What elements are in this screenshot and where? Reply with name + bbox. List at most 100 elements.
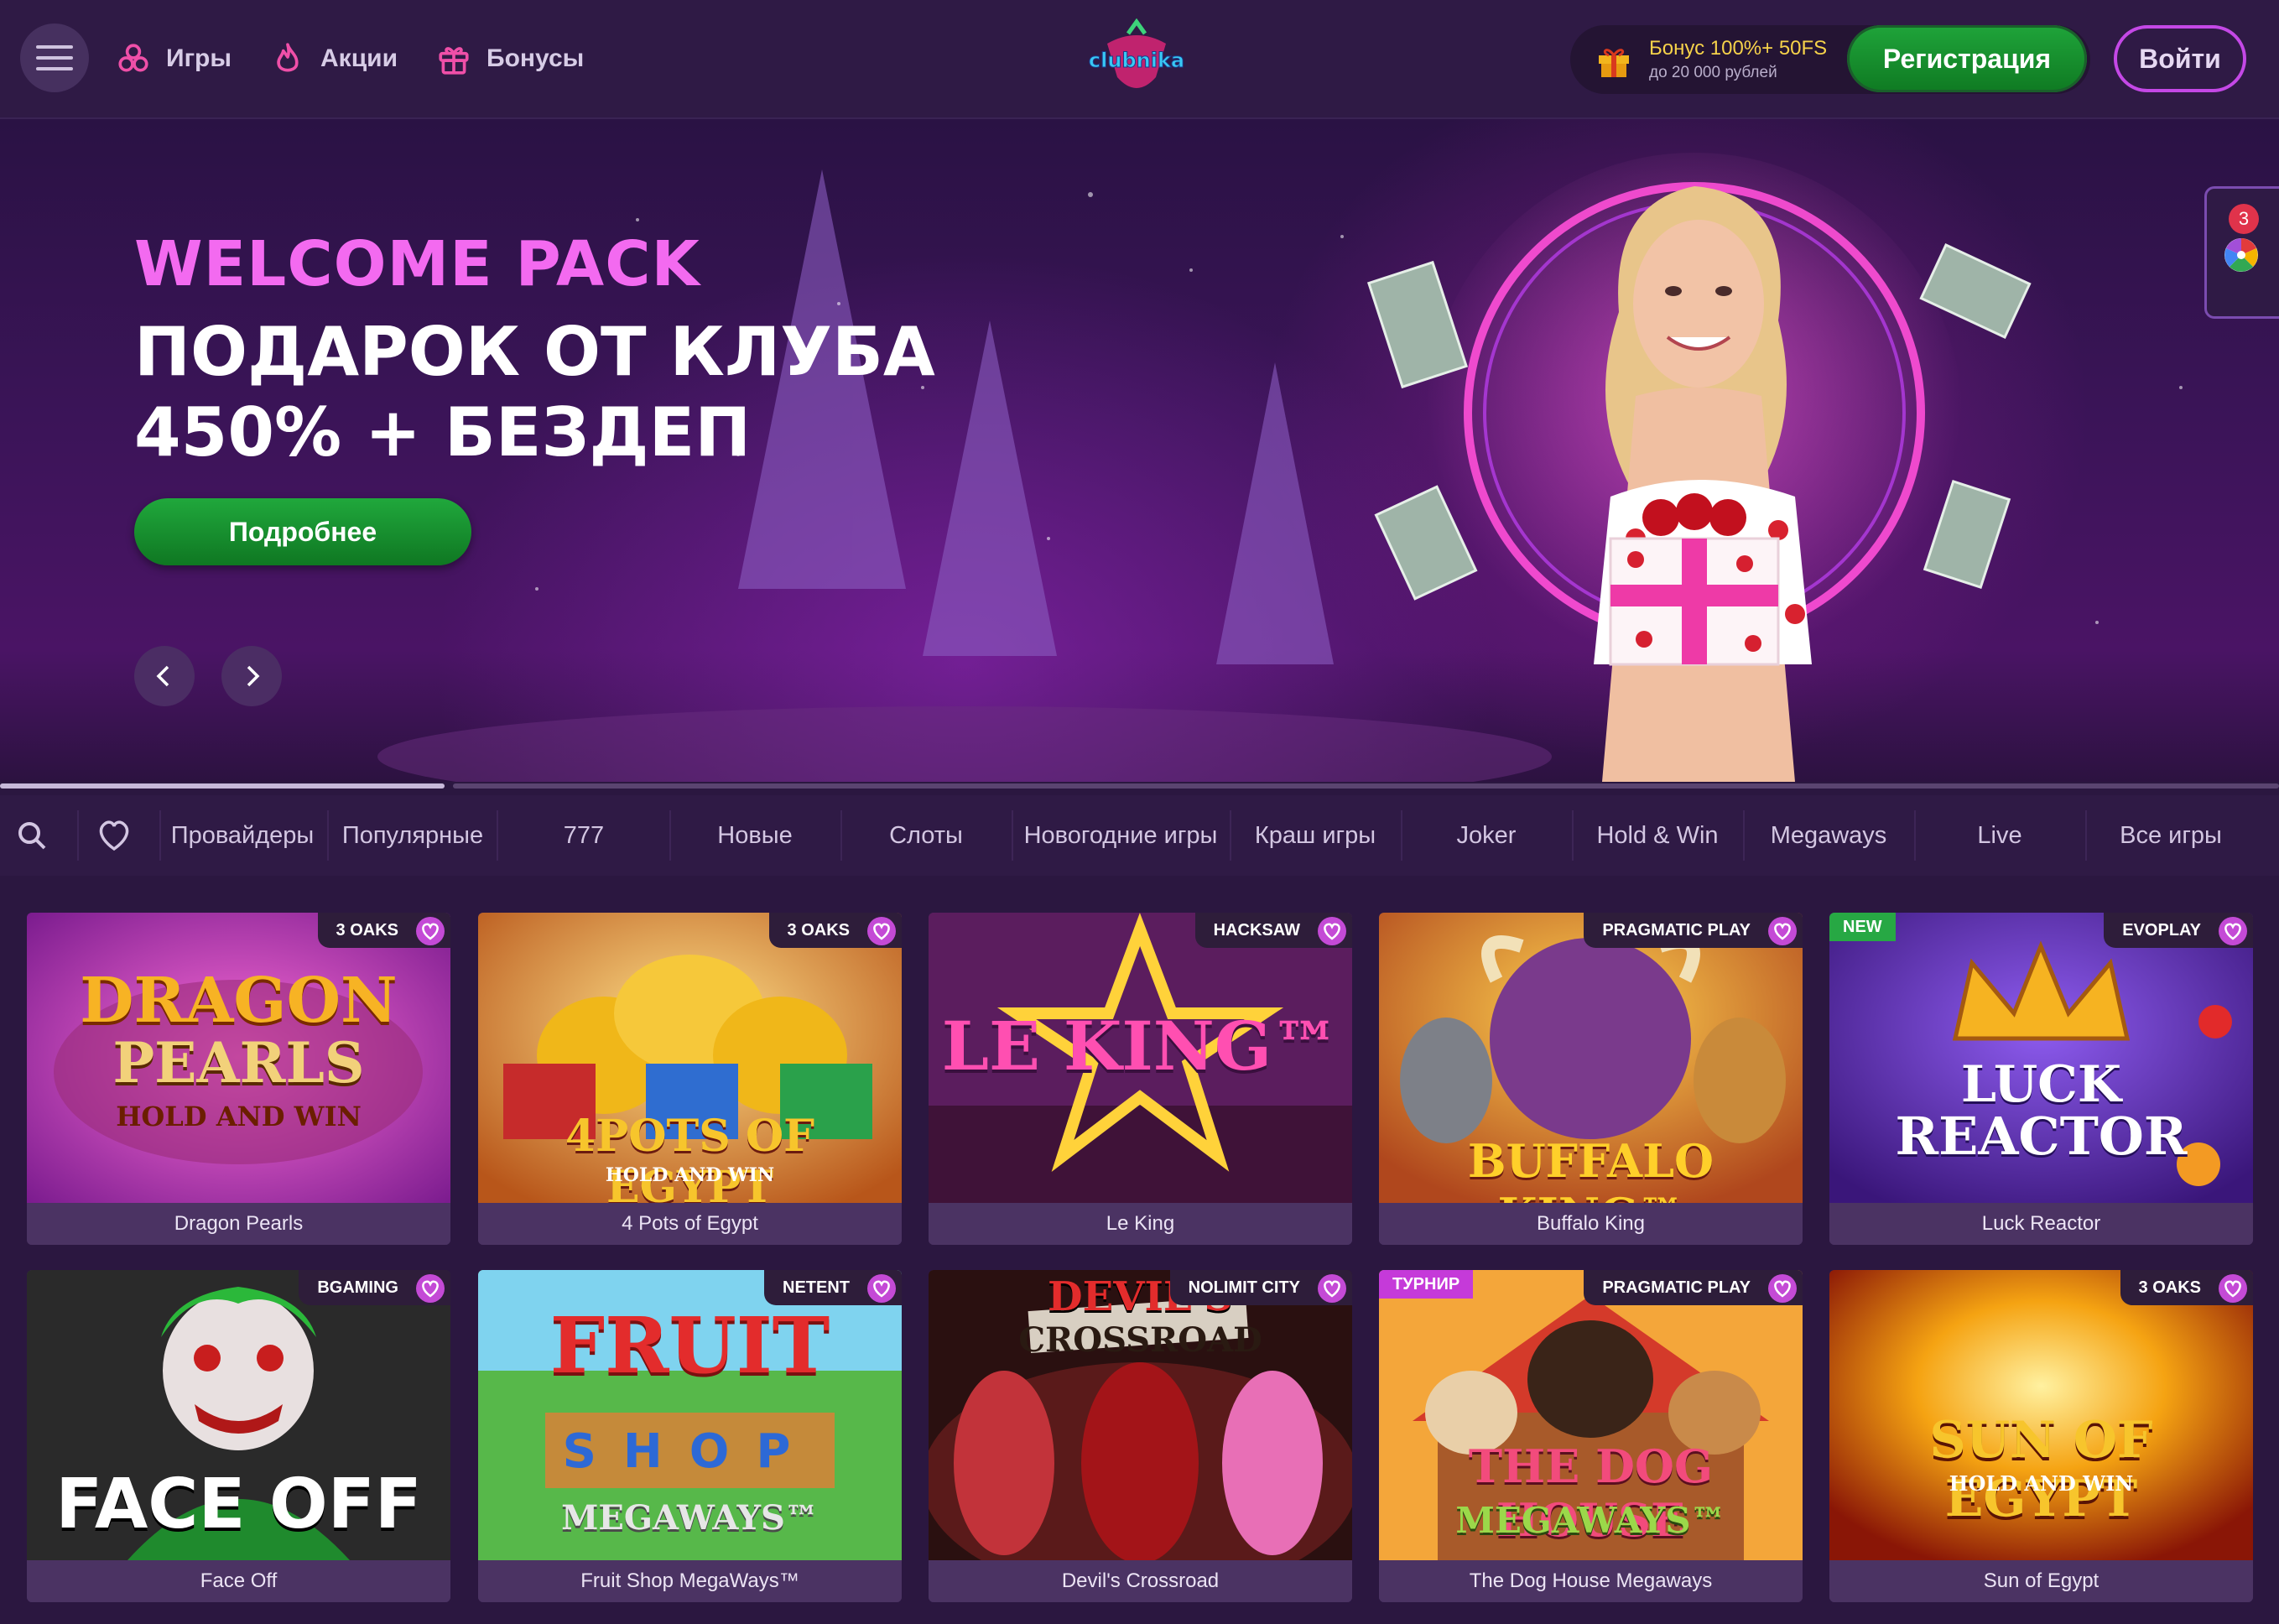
hero-subtitle-line2: 450% + БЕЗДЕП — [134, 393, 752, 471]
category-live[interactable]: Live — [1916, 795, 2084, 876]
game-title: Devil's Crossroad — [929, 1560, 1352, 1602]
game-card-le-king[interactable]: LE KING™ HACKSAW Le King — [929, 913, 1352, 1245]
nav-bonuses[interactable]: Бонусы — [436, 34, 584, 84]
bonus-title: Бонус 100%+ 50FS — [1649, 37, 1828, 60]
category-all-games[interactable]: Все игры — [2087, 795, 2255, 876]
category-slots[interactable]: Слоты — [842, 795, 1010, 876]
game-card-dog-house-megaways[interactable]: THE DOG HOUSE MEGAWAYS™ ТУРНИР PRAGMATIC… — [1379, 1270, 1803, 1602]
clubnika-logo[interactable]: clubnika — [1082, 18, 1191, 99]
game-art-subtitle: PEARLS — [112, 1030, 365, 1096]
chevron-left-icon — [156, 665, 169, 687]
category-bar: Провайдеры Популярные 777 Новые Слоты Но… — [0, 795, 2279, 876]
nav-bonuses-label: Бонусы — [486, 44, 585, 72]
game-card-face-off[interactable]: FACE OFF BGAMING Face Off — [27, 1270, 450, 1602]
search-icon — [18, 822, 46, 850]
heart-icon[interactable] — [415, 1273, 445, 1304]
game-title: Sun of Egypt — [1829, 1560, 2253, 1602]
game-title: The Dog House Megaways — [1379, 1560, 1803, 1602]
category-popular[interactable]: Популярные — [334, 795, 492, 876]
game-card-luck-reactor[interactable]: LUCK REACTOR NEW EVOPLAY Luck Reactor — [1829, 913, 2253, 1245]
category-777[interactable]: 777 — [500, 795, 668, 876]
fortune-wheel-widget[interactable]: 3 — [2204, 186, 2279, 319]
category-crash[interactable]: Краш игры — [1231, 795, 1399, 876]
game-title: Le King — [929, 1203, 1352, 1245]
hero-subtitle: ПОДАРОК ОТ КЛУБА 450% + БЕЗДЕП — [134, 312, 935, 473]
game-art-caption: HOLD AND WIN — [1949, 1471, 2134, 1496]
category-providers[interactable]: Провайдеры — [166, 795, 319, 876]
search-button[interactable] — [12, 815, 52, 856]
game-card-fruit-shop-megaways[interactable]: FRUIT SHOP MEGAWAYS™ NETENT Fruit Shop M… — [478, 1270, 902, 1602]
game-title: Buffalo King — [1379, 1203, 1803, 1245]
hero-prev-button[interactable] — [134, 646, 195, 706]
game-card-dragon-pearls[interactable]: DRAGON PEARLS HOLD AND WIN 3 OAKS Dragon… — [27, 913, 450, 1245]
category-joker[interactable]: Joker — [1402, 795, 1570, 876]
hero-next-button[interactable] — [221, 646, 282, 706]
game-art-title: DRAGON — [80, 965, 398, 1037]
game-card-buffalo-king[interactable]: BUFFALO KING™ PRAGMATIC PLAY Buffalo Kin… — [1379, 913, 1803, 1245]
menu-button[interactable] — [20, 23, 89, 92]
game-art-caption: HOLD AND WIN — [605, 1164, 775, 1186]
bonus-subtitle: до 20 000 рублей — [1649, 64, 1777, 81]
logo-text: clubnika — [1089, 49, 1184, 72]
heart-icon[interactable] — [1317, 1273, 1347, 1304]
nav-games[interactable]: Игры — [116, 34, 232, 84]
favorites-button[interactable] — [94, 815, 134, 856]
game-title: Dragon Pearls — [27, 1203, 450, 1245]
heart-icon[interactable] — [866, 916, 897, 946]
hero-banner[interactable]: WELCOME PACK ПОДАРОК ОТ КЛУБА 450% + БЕЗ… — [0, 119, 2279, 782]
game-art-subtitle: REACTOR — [1895, 1106, 2188, 1167]
chevron-right-icon — [247, 665, 260, 687]
slide-indicator-1[interactable] — [0, 783, 445, 789]
notification-badge: 3 — [2229, 204, 2259, 234]
game-art-title: FACE OFF — [55, 1465, 422, 1544]
hero-details-button[interactable]: Подробнее — [134, 498, 471, 565]
game-art-subtitle: SHOP — [562, 1424, 818, 1479]
gift-box-icon — [1599, 49, 1629, 77]
nav-promotions-label: Акции — [320, 44, 398, 72]
category-megaways[interactable]: Megaways — [1745, 795, 1912, 876]
new-badge: NEW — [1829, 913, 1896, 941]
game-art-caption: HOLD AND WIN — [116, 1101, 362, 1132]
hamburger-icon — [36, 45, 73, 70]
game-art-caption: MEGAWAYS™ — [561, 1498, 819, 1538]
hero-promo-image — [1366, 153, 2032, 782]
games-icon — [118, 44, 148, 72]
category-new-year[interactable]: Новогодние игры — [1013, 795, 1228, 876]
game-card-sun-of-egypt[interactable]: SUN OF EGYPT HOLD AND WIN 3 OAKS Sun of … — [1829, 1270, 2253, 1602]
heart-icon[interactable] — [2218, 916, 2248, 946]
game-title: 4 Pots of Egypt — [478, 1203, 902, 1245]
heart-icon[interactable] — [415, 916, 445, 946]
category-new[interactable]: Новые — [671, 795, 839, 876]
game-card-devils-crossroad[interactable]: DEVIL'S CROSSROAD NOLIMIT CITY Devil's C… — [929, 1270, 1352, 1602]
heart-icon[interactable] — [1767, 916, 1798, 946]
game-art-subtitle: MEGAWAYS™ — [1455, 1500, 1726, 1541]
game-art-subtitle: CROSSROAD — [1018, 1320, 1262, 1360]
main-nav: Игры Акции Бонусы — [116, 34, 584, 84]
game-art-title: SUN OF EGYPT — [1929, 1411, 2153, 1528]
gift-icon — [439, 47, 469, 75]
hero-subtitle-line1: ПОДАРОК ОТ КЛУБА — [134, 313, 935, 391]
fire-icon — [277, 43, 299, 72]
game-card-4-pots-of-egypt[interactable]: 4POTS OF EGYPT HOLD AND WIN 3 OAKS 4 Pot… — [478, 913, 902, 1245]
heart-icon[interactable] — [1767, 1273, 1798, 1304]
game-title: Luck Reactor — [1829, 1203, 2253, 1245]
top-header: Игры Акции Бонусы clubnika Бонус 100%+ 5… — [0, 0, 2279, 119]
register-button[interactable]: Регистрация — [1847, 25, 2087, 92]
category-hold-win[interactable]: Hold & Win — [1574, 795, 1741, 876]
game-title: Face Off — [27, 1560, 450, 1602]
game-art-title: LE KING™ — [941, 1007, 1340, 1085]
heart-icon[interactable] — [2218, 1273, 2248, 1304]
tournament-badge: ТУРНИР — [1379, 1270, 1474, 1299]
game-art-title: 4POTS OF EGYPT — [565, 1111, 815, 1213]
nav-games-label: Игры — [166, 44, 232, 72]
slide-indicator-2[interactable] — [453, 783, 2279, 789]
login-button[interactable]: Войти — [2114, 25, 2246, 92]
heart-icon[interactable] — [1317, 916, 1347, 946]
heart-icon[interactable] — [866, 1273, 897, 1304]
game-art-title: FRUIT — [549, 1300, 830, 1391]
fortune-wheel-icon — [2224, 238, 2258, 272]
hero-title: WELCOME PACK — [134, 228, 700, 300]
nav-promotions[interactable]: Акции — [270, 34, 398, 84]
heart-icon — [99, 820, 129, 851]
game-title: Fruit Shop MegaWays™ — [478, 1560, 902, 1602]
